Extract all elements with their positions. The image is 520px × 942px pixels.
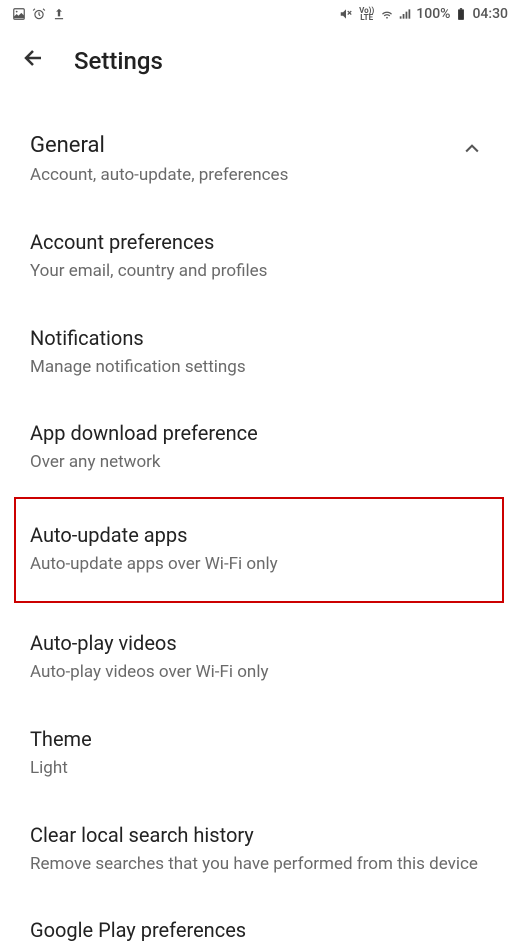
setting-auto-update-apps[interactable]: Auto-update apps Auto-update apps over W… (14, 497, 504, 603)
setting-subtitle: Over any network (30, 451, 490, 475)
setting-title: Google Play preferences (30, 918, 490, 942)
wifi-icon (380, 7, 394, 21)
setting-auto-play-videos[interactable]: Auto-play videos Auto-play videos over W… (30, 595, 490, 691)
mute-icon (339, 7, 353, 21)
status-left (12, 7, 66, 21)
setting-subtitle: Auto-update apps over Wi-Fi only (30, 553, 490, 577)
chevron-up-icon (462, 137, 482, 165)
setting-subtitle: Light (30, 757, 490, 781)
setting-subtitle: Manage notification settings (30, 356, 490, 380)
setting-title: Auto-update apps (30, 523, 490, 547)
battery-icon (454, 7, 468, 21)
setting-title: App download preference (30, 421, 490, 445)
page-title: Settings (74, 47, 163, 75)
section-subtitle: Account, auto-update, preferences (30, 164, 288, 188)
setting-title: Notifications (30, 326, 490, 350)
section-header-text: General Account, auto-update, preference… (30, 133, 288, 188)
signal-icon (398, 7, 412, 21)
battery-percent: 100% (416, 6, 450, 22)
image-icon (12, 7, 26, 21)
setting-app-download-preference[interactable]: App download preference Over any network (30, 385, 490, 481)
setting-title: Account preferences (30, 230, 490, 254)
status-right: Vo)) LTE 100% 04:30 (339, 6, 508, 22)
setting-account-preferences[interactable]: Account preferences Your email, country … (30, 194, 490, 290)
setting-title: Clear local search history (30, 823, 490, 847)
back-button[interactable] (22, 46, 46, 75)
content-area: General Account, auto-update, preference… (0, 93, 520, 942)
clock-time: 04:30 (472, 6, 508, 22)
volte-indicator: Vo)) LTE (359, 7, 374, 21)
status-bar: Vo)) LTE 100% 04:30 (0, 0, 520, 28)
setting-title: Theme (30, 727, 490, 751)
section-title: General (30, 133, 288, 158)
setting-theme[interactable]: Theme Light (30, 691, 490, 787)
app-bar: Settings (0, 28, 520, 93)
alarm-icon (32, 7, 46, 21)
setting-clear-local-search-history[interactable]: Clear local search history Remove search… (30, 787, 490, 883)
setting-notifications[interactable]: Notifications Manage notification settin… (30, 290, 490, 386)
upload-icon (52, 7, 66, 21)
setting-subtitle: Auto-play videos over Wi-Fi only (30, 661, 490, 685)
section-general-header[interactable]: General Account, auto-update, preference… (30, 93, 490, 194)
setting-subtitle: Your email, country and profiles (30, 260, 490, 284)
setting-title: Auto-play videos (30, 631, 490, 655)
setting-subtitle: Remove searches that you have performed … (30, 853, 490, 877)
setting-google-play-preferences[interactable]: Google Play preferences (30, 882, 490, 942)
